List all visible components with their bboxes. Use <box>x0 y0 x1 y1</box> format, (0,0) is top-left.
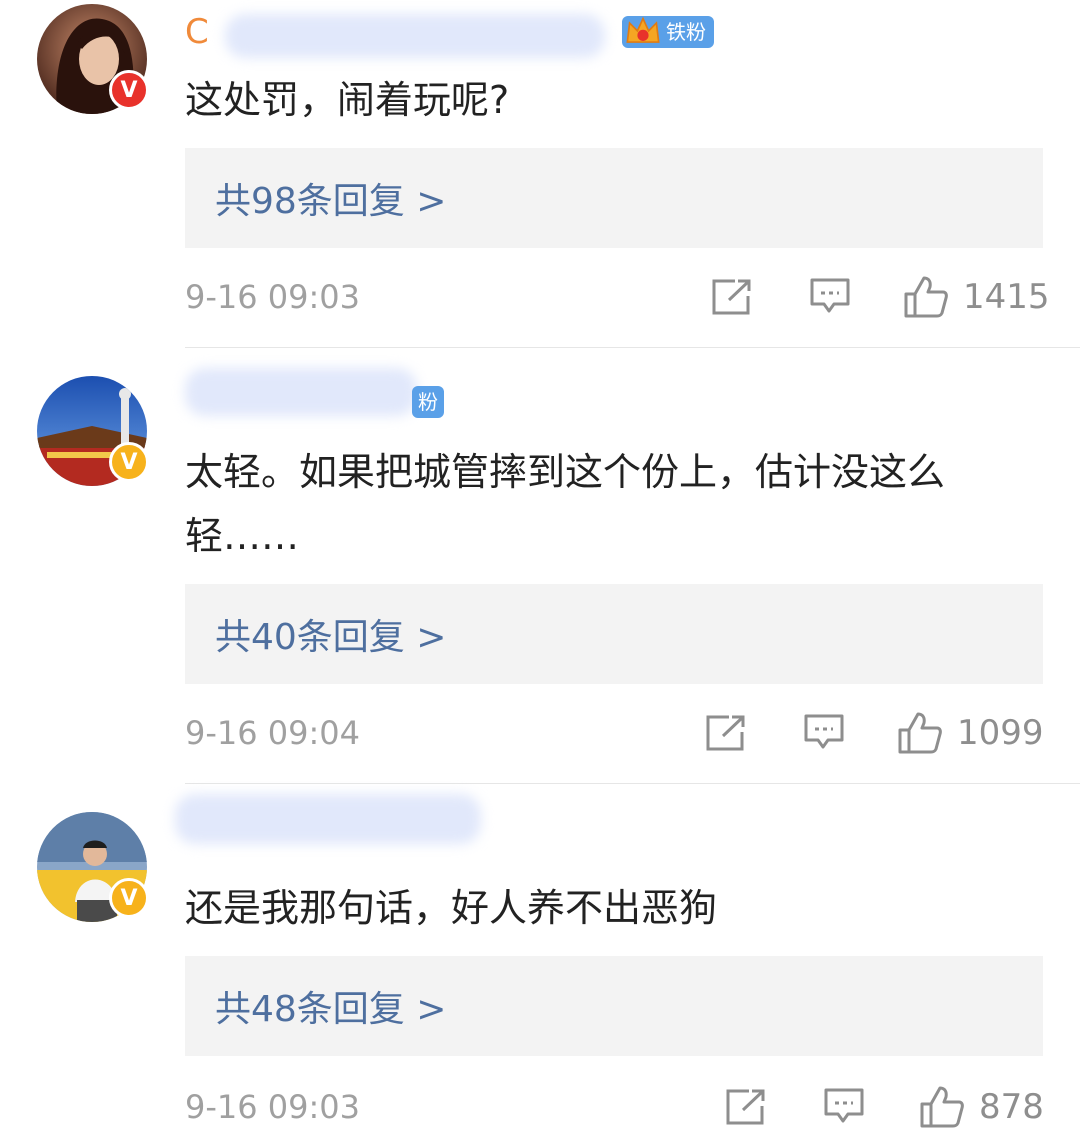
timestamp: 9-16 09:04 <box>185 714 361 752</box>
like-count: 878 <box>979 1087 1044 1127</box>
share-icon <box>706 715 745 751</box>
timestamp: 9-16 09:03 <box>185 1088 361 1126</box>
comment-meta: 9-16 09:03 878 <box>185 1082 1044 1132</box>
comment-button[interactable] <box>803 708 845 758</box>
view-replies-button[interactable]: 共48条回复 > <box>185 956 1043 1056</box>
like-button[interactable]: 1099 <box>897 708 1044 758</box>
username[interactable] <box>185 364 445 424</box>
share-button[interactable] <box>705 708 747 758</box>
view-replies-label: 共48条回复 > <box>215 989 447 1030</box>
username-redacted <box>185 368 417 416</box>
view-replies-button[interactable]: 共40条回复 > <box>185 584 1043 684</box>
comment-button[interactable] <box>809 272 851 322</box>
avatar[interactable]: V <box>37 376 149 486</box>
thumbs-up-icon <box>898 712 942 754</box>
comment-text: 太轻。如果把城管摔到这个份上，估计没这么轻…… <box>185 450 946 558</box>
thumbs-up-icon <box>920 1086 964 1128</box>
comment-button[interactable] <box>823 1082 865 1132</box>
username[interactable] <box>175 788 505 848</box>
comment-meta: 9-16 09:03 1415 <box>185 272 1050 322</box>
username-redacted <box>175 794 481 844</box>
share-icon <box>712 279 751 315</box>
verified-v-icon: V <box>109 442 149 482</box>
like-button[interactable]: 1415 <box>903 272 1050 322</box>
like-count: 1099 <box>957 713 1044 753</box>
verified-v-icon: V <box>109 878 149 918</box>
view-replies-label: 共98条回复 > <box>215 181 447 222</box>
fan-badge: 粉 <box>412 386 444 418</box>
avatar[interactable]: V <box>37 4 149 114</box>
fan-badge: 铁粉 <box>622 16 714 48</box>
fan-badge-label: 粉 <box>418 390 438 414</box>
comment-icon <box>804 714 844 749</box>
username-redacted <box>225 14 605 58</box>
comment-icon <box>824 1088 864 1123</box>
avatar[interactable]: V <box>37 812 149 922</box>
share-icon <box>726 1089 765 1125</box>
comment-meta: 9-16 09:04 1099 <box>185 708 1044 758</box>
comment-text: 这处罚，闹着玩呢? <box>185 78 510 122</box>
view-replies-label: 共40条回复 > <box>215 617 447 658</box>
crown-icon <box>626 16 660 43</box>
like-button[interactable]: 878 <box>919 1082 1044 1132</box>
divider <box>185 347 1080 348</box>
view-replies-button[interactable]: 共98条回复 > <box>185 148 1043 248</box>
timestamp: 9-16 09:03 <box>185 278 361 316</box>
comment-text: 还是我那句话，好人养不出恶狗 <box>185 886 718 930</box>
verified-v-icon: V <box>109 70 149 110</box>
share-button[interactable] <box>711 272 753 322</box>
fan-badge-label: 铁粉 <box>666 20 706 44</box>
divider <box>185 783 1080 784</box>
share-button[interactable] <box>725 1082 767 1132</box>
username-initial: C <box>185 12 209 52</box>
like-count: 1415 <box>963 277 1050 317</box>
comment-icon <box>810 278 850 313</box>
thumbs-up-icon <box>904 276 948 318</box>
